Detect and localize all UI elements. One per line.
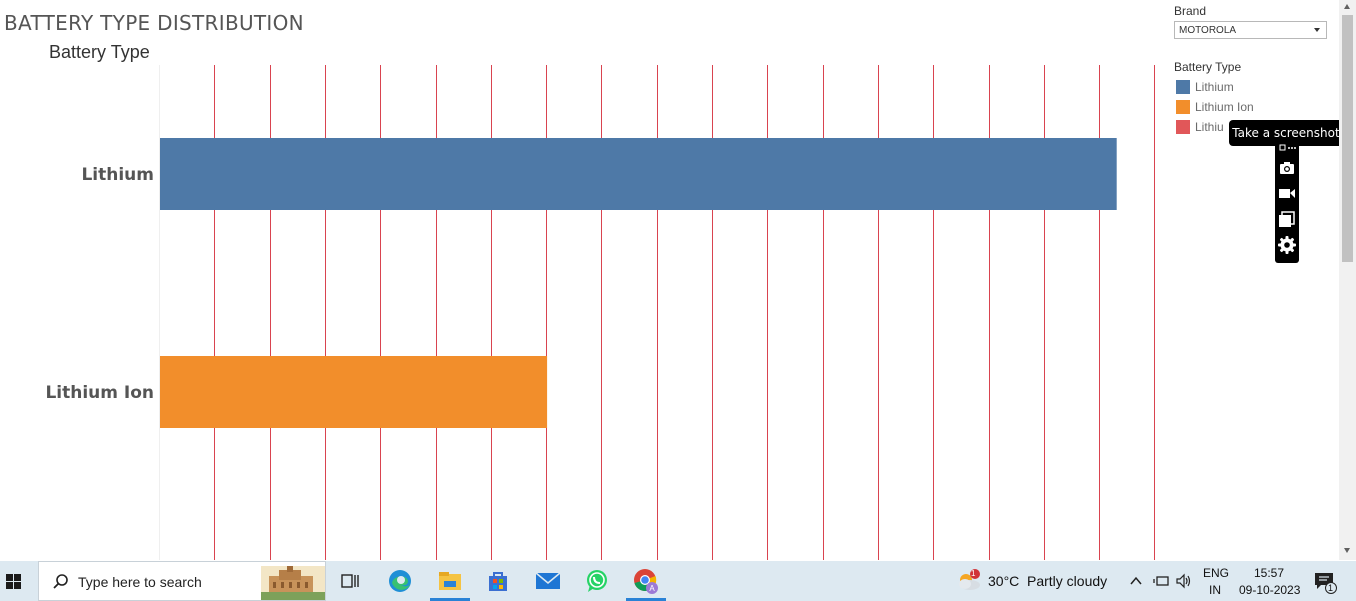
notification-icon[interactable] (1313, 570, 1339, 594)
more-options-icon[interactable] (1277, 142, 1297, 154)
chevron-up-icon[interactable] (1129, 574, 1143, 588)
weather-icon[interactable] (955, 569, 983, 593)
camera-icon[interactable] (1277, 158, 1297, 178)
language-code[interactable]: ENG (1203, 566, 1229, 580)
category-label: Lithium (81, 165, 154, 185)
svg-text:A: A (649, 584, 655, 593)
legend-title: Battery Type (1174, 60, 1242, 74)
volume-icon[interactable] (1175, 573, 1193, 589)
scroll-down-icon[interactable] (1344, 548, 1350, 553)
video-camera-icon[interactable] (1277, 183, 1297, 203)
bar-lithium[interactable] (160, 138, 1117, 210)
edge-icon[interactable] (387, 568, 413, 594)
bar-lithium-ion[interactable] (160, 356, 548, 428)
page-title: BATTERY TYPE DISTRIBUTION (4, 11, 304, 35)
search-placeholder: Type here to search (78, 574, 202, 590)
legend-swatch (1176, 120, 1190, 134)
legend-label: Lithiu (1195, 120, 1224, 134)
search-highlight-icon (261, 566, 325, 600)
chrome-icon[interactable]: A (632, 567, 660, 595)
vertical-scrollbar[interactable] (1339, 0, 1356, 560)
language-region[interactable]: IN (1209, 583, 1221, 597)
scrollbar-thumb[interactable] (1342, 15, 1353, 262)
capture-toolbar (1275, 142, 1299, 263)
mail-icon[interactable] (535, 570, 561, 592)
gallery-icon[interactable] (1277, 209, 1297, 229)
notification-count: 1 (1328, 583, 1334, 593)
bar-chart: Lithium Lithium Ion (45, 65, 1155, 560)
gear-icon[interactable] (1277, 235, 1297, 255)
weather-desc[interactable]: Partly cloudy (1027, 573, 1107, 589)
brand-dropdown-value: MOTOROLA (1179, 25, 1237, 36)
file-explorer-icon[interactable] (437, 569, 463, 593)
search-icon (53, 574, 68, 589)
legend-swatch (1176, 100, 1190, 114)
scroll-up-icon[interactable] (1344, 4, 1350, 9)
store-icon[interactable] (486, 569, 510, 593)
legend-swatch (1176, 80, 1190, 94)
windows-start-icon[interactable] (0, 561, 32, 601)
taskbar: Type here to search A 1 30°C Partly clou… (0, 561, 1356, 601)
legend-label: Lithium Ion (1195, 100, 1254, 114)
weather-badge: 1 (971, 569, 976, 578)
brand-filter-label: Brand (1174, 4, 1207, 18)
category-label: Lithium Ion (45, 383, 154, 403)
task-view-icon[interactable] (340, 571, 360, 591)
whatsapp-icon[interactable] (584, 568, 610, 594)
brand-dropdown[interactable]: MOTOROLA (1174, 21, 1327, 39)
clock-time[interactable]: 15:57 (1254, 566, 1284, 580)
battery-icon[interactable] (1152, 573, 1170, 589)
legend-label: Lithium (1195, 80, 1234, 94)
clock-date[interactable]: 09-10-2023 (1239, 583, 1300, 597)
taskbar-search-box[interactable]: Type here to search (38, 561, 326, 601)
weather-temp[interactable]: 30°C (988, 573, 1019, 589)
chevron-down-icon (1314, 28, 1320, 32)
